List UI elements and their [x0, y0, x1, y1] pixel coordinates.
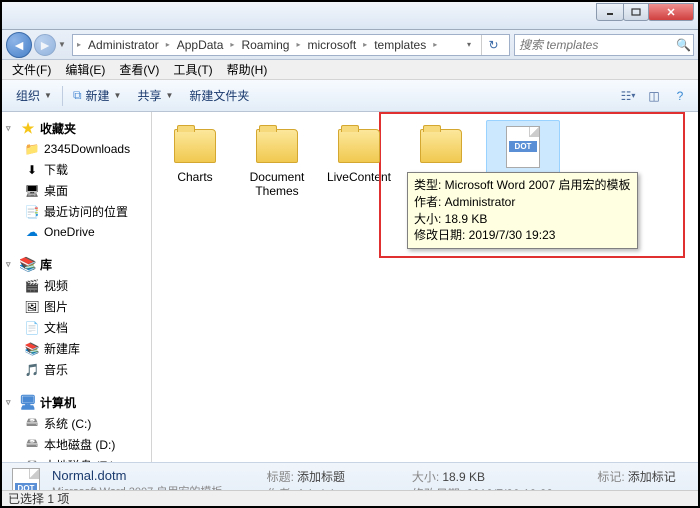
nav-favorites-header[interactable]: ▿★收藏夹	[4, 118, 149, 139]
details-tags[interactable]: 添加标记	[628, 470, 676, 484]
breadcrumb-seg[interactable]: Administrator	[85, 37, 162, 53]
drive-icon: 🖴	[24, 437, 40, 453]
desktop-icon: 🖥	[24, 183, 40, 199]
drive-icon: 🖴	[24, 416, 40, 432]
help-button[interactable]: ?	[668, 85, 692, 107]
menu-view[interactable]: 查看(V)	[113, 60, 165, 79]
status-bar: 已选择 1 项	[2, 490, 698, 506]
nav-forward-button[interactable]: ►	[34, 34, 56, 56]
breadcrumb[interactable]: ▸ Administrator▸ AppData▸ Roaming▸ micro…	[72, 34, 510, 56]
nav-item[interactable]: 🖴本地磁盘 (D:)	[4, 434, 149, 455]
search-icon: 🔍	[676, 38, 691, 52]
library-icon: 📚	[24, 341, 40, 357]
breadcrumb-seg[interactable]: Roaming	[238, 37, 292, 53]
nav-libraries-header[interactable]: ▿📚库	[4, 254, 149, 275]
minimize-button[interactable]	[596, 3, 624, 21]
organize-button[interactable]: 组织 ▼	[8, 84, 60, 107]
file-item[interactable]: Charts	[158, 120, 232, 205]
drive-icon: 🖴	[24, 458, 40, 463]
view-options-button[interactable]: ☷ ▾	[616, 85, 640, 107]
download-icon: ⬇	[24, 162, 40, 178]
nav-item[interactable]: 🖥桌面	[4, 180, 149, 201]
star-icon: ★	[20, 121, 36, 137]
file-tooltip: 类型: Microsoft Word 2007 启用宏的模板 作者: Admin…	[407, 172, 638, 249]
nav-item[interactable]: ⬇下载	[4, 159, 149, 180]
folder-icon	[256, 129, 298, 163]
address-bar-row: ◄ ► ▼ ▸ Administrator▸ AppData▸ Roaming▸…	[2, 30, 698, 60]
folder-icon	[174, 129, 216, 163]
breadcrumb-seg[interactable]: AppData	[174, 37, 227, 53]
menu-file[interactable]: 文件(F)	[6, 60, 57, 79]
maximize-button[interactable]	[623, 3, 649, 21]
close-button[interactable]	[648, 3, 694, 21]
nav-item[interactable]: 📚新建库	[4, 338, 149, 359]
menu-help[interactable]: 帮助(H)	[221, 60, 274, 79]
maximize-icon	[631, 7, 641, 17]
toolbar: 组织 ▼ ⧉ 新建 ▼ 共享 ▼ 新建文件夹 ☷ ▾ ◫ ?	[2, 80, 698, 112]
nav-back-button[interactable]: ◄	[6, 32, 32, 58]
breadcrumb-seg[interactable]: templates	[371, 37, 429, 53]
document-icon: 📄	[24, 320, 40, 336]
file-item[interactable]: Document Themes	[240, 120, 314, 205]
search-box[interactable]: 🔍	[514, 34, 694, 56]
nav-item[interactable]: 📄文档	[4, 317, 149, 338]
details-size: 18.9 KB	[442, 470, 485, 484]
folder-icon	[420, 129, 462, 163]
image-icon: 🖼	[24, 299, 40, 315]
nav-item[interactable]: 📁2345Downloads	[4, 139, 149, 159]
folder-icon: 📁	[24, 141, 40, 157]
details-title[interactable]: 添加标题	[297, 470, 345, 484]
search-input[interactable]	[519, 38, 676, 52]
video-icon: 🎬	[24, 278, 40, 294]
navigation-pane: ▿★收藏夹 📁2345Downloads ⬇下载 🖥桌面 📑最近访问的位置 ☁O…	[2, 112, 152, 462]
include-button[interactable]: ⧉ 新建 ▼	[65, 84, 130, 107]
file-item[interactable]: LiveContent	[322, 120, 396, 205]
menu-tools[interactable]: 工具(T)	[167, 60, 218, 79]
nav-item[interactable]: 📑最近访问的位置	[4, 201, 149, 222]
close-icon	[666, 7, 676, 17]
address-dropdown[interactable]: ▾	[461, 40, 477, 49]
titlebar	[2, 2, 698, 30]
nav-item[interactable]: 🖼图片	[4, 296, 149, 317]
menu-bar: 文件(F) 编辑(E) 查看(V) 工具(T) 帮助(H)	[2, 60, 698, 80]
nav-item[interactable]: 🎬视频	[4, 275, 149, 296]
nav-item[interactable]: 🖴本地磁盘 (E:)	[4, 455, 149, 462]
nav-item[interactable]: 🖴系统 (C:)	[4, 413, 149, 434]
details-filename: Normal.dotm	[52, 468, 237, 483]
minimize-icon	[605, 7, 615, 17]
cloud-icon: ☁	[24, 224, 40, 240]
new-folder-button[interactable]: 新建文件夹	[181, 84, 257, 107]
file-list-pane[interactable]: Charts Document Themes LiveContent Smart…	[152, 112, 698, 462]
music-icon: 🎵	[24, 362, 40, 378]
preview-pane-button[interactable]: ◫	[642, 85, 666, 107]
breadcrumb-seg[interactable]: microsoft	[304, 37, 359, 53]
library-icon: 📚	[20, 257, 36, 273]
share-button[interactable]: 共享 ▼	[129, 84, 181, 107]
refresh-button[interactable]: ↻	[481, 35, 505, 55]
dotm-icon	[506, 126, 540, 168]
nav-computer-header[interactable]: ▿🖥计算机	[4, 392, 149, 413]
folder-icon	[338, 129, 380, 163]
nav-item[interactable]: 🎵音乐	[4, 359, 149, 380]
computer-icon: 🖥	[20, 395, 36, 411]
menu-edit[interactable]: 编辑(E)	[59, 60, 111, 79]
recent-icon: 📑	[24, 204, 40, 220]
nav-history-dropdown[interactable]: ▼	[56, 32, 68, 58]
nav-item[interactable]: ☁OneDrive	[4, 222, 149, 242]
chevron-right-icon: ▸	[77, 40, 81, 49]
